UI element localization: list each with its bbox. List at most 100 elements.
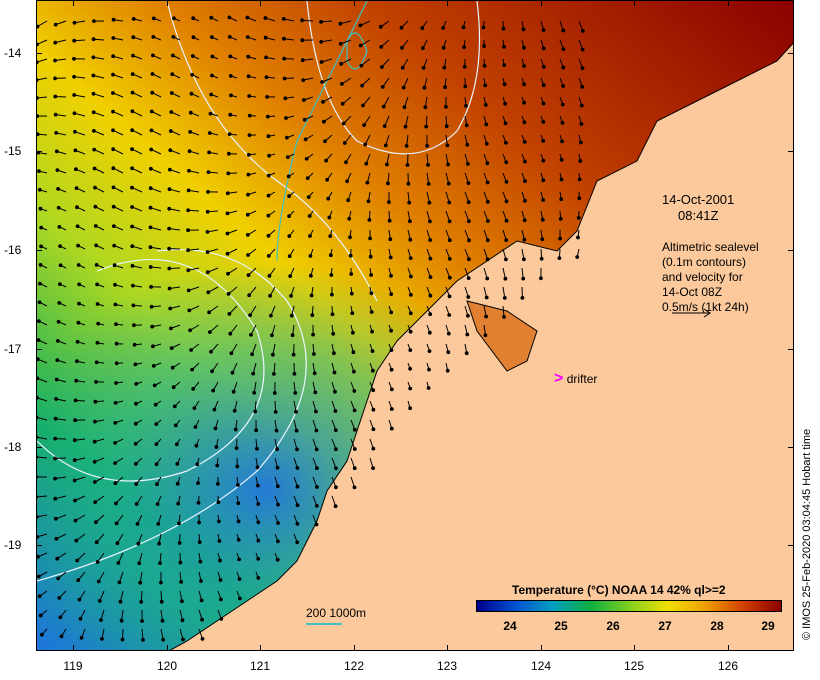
velocity-vector-head <box>520 296 525 300</box>
velocity-vector-head <box>245 15 250 20</box>
velocity-vector-head <box>364 161 369 166</box>
sst-map[interactable] <box>36 0 794 651</box>
velocity-vector-head <box>255 446 259 451</box>
velocity-vector-head <box>447 275 452 280</box>
velocity-vector-head <box>426 163 430 167</box>
velocity-vector-head <box>75 558 80 563</box>
velocity-vector-head <box>57 596 62 600</box>
velocity-vector-head <box>380 65 384 69</box>
velocity-vector-head <box>358 43 363 48</box>
velocity-vector-head <box>338 21 343 26</box>
velocity-vector-head <box>198 559 203 564</box>
velocity-vector-head <box>206 170 211 175</box>
velocity-vector-head <box>206 190 210 194</box>
velocity-scale-arrow-icon <box>672 308 711 318</box>
velocity-vector-head <box>247 293 252 298</box>
velocity-vector-head <box>53 22 58 27</box>
velocity-vector-head <box>291 352 296 357</box>
velocity-vector-head <box>420 26 425 31</box>
velocity-vector-head <box>56 187 61 191</box>
velocity-vector-head <box>177 521 181 526</box>
velocity-vector-head <box>207 150 212 155</box>
velocity-vector-head <box>466 276 471 281</box>
tick <box>788 545 794 546</box>
velocity-vector-head <box>176 501 181 506</box>
tick <box>36 53 42 54</box>
velocity-vector-head <box>447 257 452 261</box>
velocity-vector-head <box>295 447 299 452</box>
velocity-vector-head <box>155 482 159 487</box>
velocity-vector-head <box>483 333 488 338</box>
velocity-vector-head <box>350 311 355 316</box>
velocity-vector-head <box>264 75 269 80</box>
velocity-vector-head <box>399 25 404 30</box>
velocity-vector-head <box>325 177 330 182</box>
velocity-vector-head <box>226 171 231 176</box>
velocity-vector-head <box>405 163 410 167</box>
velocity-vector-head <box>406 181 411 186</box>
velocity-vector-head <box>151 53 155 58</box>
velocity-vector-head <box>466 313 470 318</box>
velocity-vector-head <box>181 637 185 642</box>
velocity-vector-head <box>504 140 508 145</box>
velocity-vector-head <box>256 483 260 488</box>
velocity-vector-head <box>154 442 159 447</box>
velocity-vector-head <box>288 274 293 279</box>
velocity-vector-head <box>245 212 250 217</box>
velocity-vector-head <box>208 330 212 335</box>
velocity-vector-head <box>427 349 432 354</box>
velocity-vector-head <box>464 123 469 128</box>
velocity-vector-head <box>209 92 214 97</box>
velocity-vector-head <box>382 124 387 128</box>
velocity-vector-head <box>333 428 338 433</box>
velocity-vector-head <box>94 380 98 384</box>
velocity-vector-head <box>58 244 63 249</box>
velocity-vector-head <box>91 55 96 60</box>
velocity-vector-head <box>447 200 452 205</box>
sst-map-canvas <box>37 1 793 650</box>
velocity-vector-head <box>134 382 139 386</box>
velocity-vector-head <box>37 554 40 559</box>
velocity-vector-head <box>389 310 394 315</box>
velocity-vector-head <box>148 205 153 210</box>
velocity-vector-head <box>149 147 154 152</box>
velocity-vector-head <box>256 502 261 506</box>
velocity-vector-head <box>330 312 335 317</box>
velocity-vector-head <box>540 217 545 222</box>
velocity-vector-head <box>153 402 158 407</box>
velocity-vector-head <box>191 16 196 21</box>
velocity-vector-head <box>428 275 433 280</box>
velocity-vector-head <box>522 120 527 125</box>
velocity-vector-head <box>348 253 353 258</box>
velocity-vector-head <box>157 541 161 546</box>
velocity-vector-head <box>53 436 58 441</box>
velocity-vector-head <box>465 142 470 147</box>
velocity-vector-head <box>426 386 431 390</box>
velocity-vector-head <box>295 466 300 470</box>
velocity-vector-head <box>169 326 173 331</box>
velocity-vector-head <box>462 64 467 69</box>
velocity-vector-head <box>484 314 489 319</box>
velocity-vector-head <box>179 580 184 584</box>
velocity-vector-head <box>37 475 38 479</box>
velocity-vector-head <box>95 340 100 345</box>
velocity-vector-head <box>197 540 202 544</box>
velocity-vector-head <box>72 458 77 463</box>
velocity-vector-head <box>38 281 42 286</box>
velocity-vector-head <box>133 441 138 446</box>
velocity-vector-head <box>322 119 326 124</box>
velocity-vector-head <box>249 332 253 337</box>
colorbar-tick: 24 <box>503 619 517 633</box>
velocity-vector-head <box>502 63 507 67</box>
velocity-vector-head <box>447 238 452 243</box>
velocity-vector-head <box>283 96 288 101</box>
velocity-vector-head <box>269 313 273 318</box>
velocity-vector-head <box>541 178 546 183</box>
velocity-vector-head <box>189 348 194 352</box>
legend-line: (0.1m contours) <box>662 255 747 269</box>
velocity-vector-head <box>300 58 305 63</box>
velocity-vector-head <box>444 124 449 129</box>
velocity-vector-head <box>111 17 116 22</box>
velocity-vector-head <box>170 365 175 370</box>
velocity-vector-head <box>39 244 43 249</box>
